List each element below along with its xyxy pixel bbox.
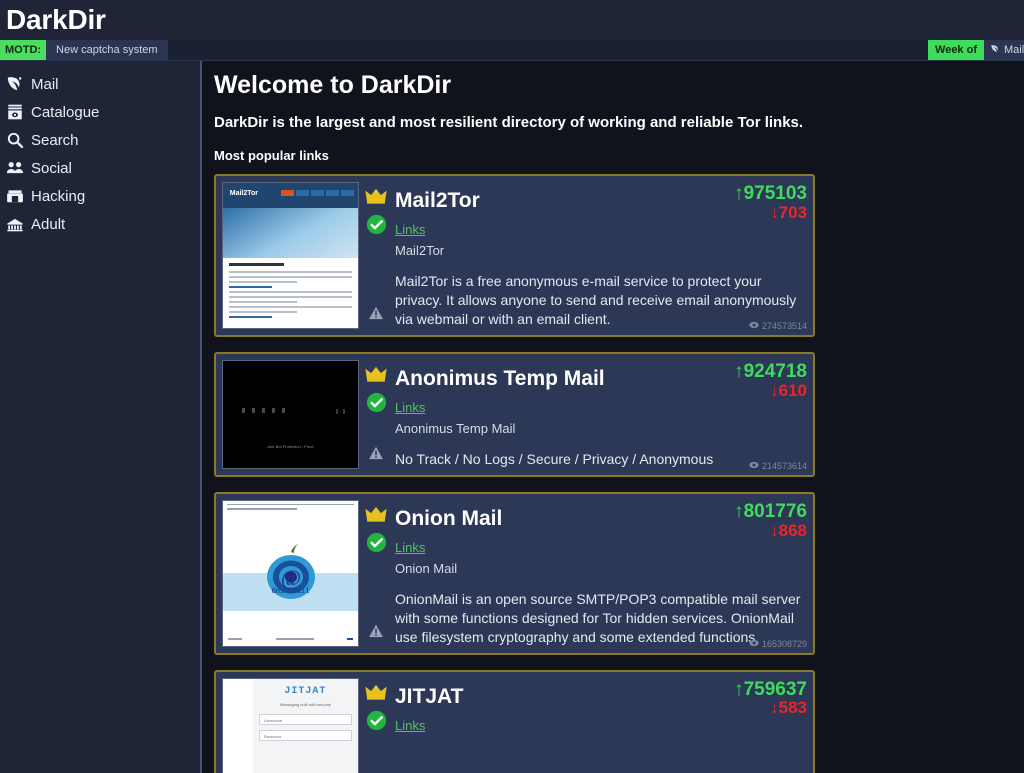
warning-triangle-icon[interactable] xyxy=(369,446,384,465)
card-link-name: Mail2Tor xyxy=(395,243,445,259)
card-views: 165308729 xyxy=(749,639,807,649)
card-votes-up[interactable]: ↑759637 xyxy=(734,679,807,700)
card-links-link[interactable]: Links xyxy=(395,540,425,555)
warning-triangle-icon[interactable] xyxy=(369,624,384,643)
card-votes: ↑759637 ↓583 xyxy=(734,679,807,718)
main-content: Welcome to DarkDir DarkDir is the larges… xyxy=(200,61,1024,773)
link-card[interactable]: Mail2Tor Mail2Tor Links Mail2Tor Mail2To… xyxy=(214,174,815,337)
warning-triangle-icon[interactable] xyxy=(369,306,384,325)
motd-mail-link[interactable]: Mail xyxy=(984,40,1024,60)
card-links-link[interactable]: Links xyxy=(395,400,425,415)
sidebar-item-label: Hacking xyxy=(31,187,86,205)
card-link-name: Onion Mail xyxy=(395,560,458,576)
card-thumbnail[interactable]: Anti-Bot Protection / Proof xyxy=(222,359,359,469)
jitjat-screenshot: JITJAT Messaging built with security Use… xyxy=(223,678,358,773)
card-links-link[interactable]: Links xyxy=(395,718,425,733)
app-header: DarkDir xyxy=(0,0,1024,40)
link-card[interactable]: Anti-Bot Protection / Proof Anonimus Tem… xyxy=(214,351,815,477)
sidebar-item-social[interactable]: Social xyxy=(0,154,200,182)
sidebar-item-search[interactable]: Search xyxy=(0,126,200,154)
anonimus-temp-mail-screenshot: Anti-Bot Protection / Proof xyxy=(223,360,358,468)
motd-bar: MOTD: New captcha system Week of Mail xyxy=(0,40,1024,61)
hacking-store-icon xyxy=(6,187,24,205)
svg-text:@: @ xyxy=(280,565,300,590)
card-views-count: 274573514 xyxy=(761,320,807,331)
card-votes: ↑975103 ↓703 xyxy=(734,184,807,222)
search-icon xyxy=(6,131,24,149)
card-body: Anonimus Temp Mail Links Anonimus Temp M… xyxy=(393,360,807,471)
sidebar-item-mail[interactable]: Mail xyxy=(0,70,200,98)
sidebar: Mail Catalogue Search Social Hacking Adu… xyxy=(0,61,200,773)
sidebar-item-catalogue[interactable]: Catalogue xyxy=(0,98,200,126)
card-body: Onion Mail Links Onion Mail OnionMail is… xyxy=(393,500,807,649)
card-votes-down[interactable]: ↓583 xyxy=(734,699,807,717)
card-badges xyxy=(359,678,393,773)
eye-icon xyxy=(749,461,759,471)
card-thumbnail[interactable]: JITJAT Messaging built with security Use… xyxy=(222,677,359,773)
card-link-name: Anonimus Temp Mail xyxy=(395,420,516,436)
link-card[interactable]: @ OnionMail Onion Mail Links Onion Mail … xyxy=(214,491,815,655)
catalogue-box-icon xyxy=(6,103,24,121)
card-badges xyxy=(359,500,393,647)
link-card[interactable]: JITJAT Messaging built with security Use… xyxy=(214,669,815,773)
onion-mail-screenshot: @ OnionMail xyxy=(223,500,358,646)
sidebar-item-label: Social xyxy=(31,159,72,177)
card-views: 214573614 xyxy=(749,461,807,471)
motd-tag: MOTD: xyxy=(0,40,47,60)
card-views: 274573514 xyxy=(749,321,807,331)
card-votes: ↑924718 ↓610 xyxy=(734,361,807,400)
app-brand-title: DarkDir xyxy=(6,4,106,35)
card-views-count: 214573614 xyxy=(761,460,807,471)
card-badges xyxy=(359,360,393,469)
verified-check-icon xyxy=(366,710,387,736)
mail2tor-screenshot: Mail2Tor xyxy=(223,183,358,328)
verified-check-icon xyxy=(366,214,387,240)
eye-icon xyxy=(749,639,759,649)
card-views-count: 165308729 xyxy=(761,638,807,649)
card-votes: ↑801776 ↓868 xyxy=(734,501,807,540)
card-thumbnail[interactable]: Mail2Tor xyxy=(222,182,359,329)
motd-mail-link-label: Mail xyxy=(1004,44,1024,56)
card-votes-down[interactable]: ↓868 xyxy=(734,521,807,540)
crown-icon xyxy=(365,366,387,387)
section-label-popular-links: Most popular links xyxy=(214,148,329,163)
card-badges xyxy=(359,182,393,329)
card-votes-up[interactable]: ↑975103 xyxy=(734,184,807,204)
social-people-icon xyxy=(6,159,24,177)
card-votes-down[interactable]: ↓610 xyxy=(734,381,807,400)
page-tagline: DarkDir is the largest and most resilien… xyxy=(214,114,804,131)
card-votes-up[interactable]: ↑801776 xyxy=(734,501,807,522)
crown-icon xyxy=(365,684,387,705)
card-description: No Track / No Logs / Secure / Privacy / … xyxy=(395,450,714,467)
crown-icon xyxy=(365,506,387,527)
verified-check-icon xyxy=(366,392,387,418)
card-description: OnionMail is an open source SMTP/POP3 co… xyxy=(395,590,801,645)
page-shell: Mail Catalogue Search Social Hacking Adu… xyxy=(0,61,1024,773)
card-links-link[interactable]: Links xyxy=(395,222,425,237)
sidebar-item-label: Catalogue xyxy=(31,103,100,121)
motd-message[interactable]: New captcha system xyxy=(46,40,168,60)
card-votes-up[interactable]: ↑924718 xyxy=(734,361,807,382)
adult-building-icon xyxy=(6,215,24,233)
sidebar-item-adult[interactable]: Adult xyxy=(0,210,200,238)
mail-bird-icon xyxy=(6,75,24,93)
verified-check-icon xyxy=(366,532,387,558)
motd-spacer xyxy=(168,40,928,60)
week-of-tag: Week of xyxy=(928,40,984,60)
link-card-list: Mail2Tor Mail2Tor Links Mail2Tor Mail2To… xyxy=(214,174,1024,773)
card-body: JITJAT Links ↑759637 ↓583 xyxy=(393,678,807,773)
card-votes-down[interactable]: ↓703 xyxy=(734,204,807,222)
mail-bird-icon xyxy=(990,43,1001,57)
page-title: Welcome to DarkDir xyxy=(214,71,452,99)
sidebar-item-label: Mail xyxy=(31,75,59,93)
sidebar-item-label: Adult xyxy=(31,215,66,233)
sidebar-item-label: Search xyxy=(31,131,79,149)
eye-icon xyxy=(749,321,759,331)
crown-icon xyxy=(365,188,387,209)
sidebar-item-hacking[interactable]: Hacking xyxy=(0,182,200,210)
card-body: Mail2Tor Links Mail2Tor Mail2Tor is a fr… xyxy=(393,182,807,331)
card-description: Mail2Tor is a free anonymous e-mail serv… xyxy=(395,273,797,327)
card-thumbnail[interactable]: @ OnionMail xyxy=(222,499,359,647)
